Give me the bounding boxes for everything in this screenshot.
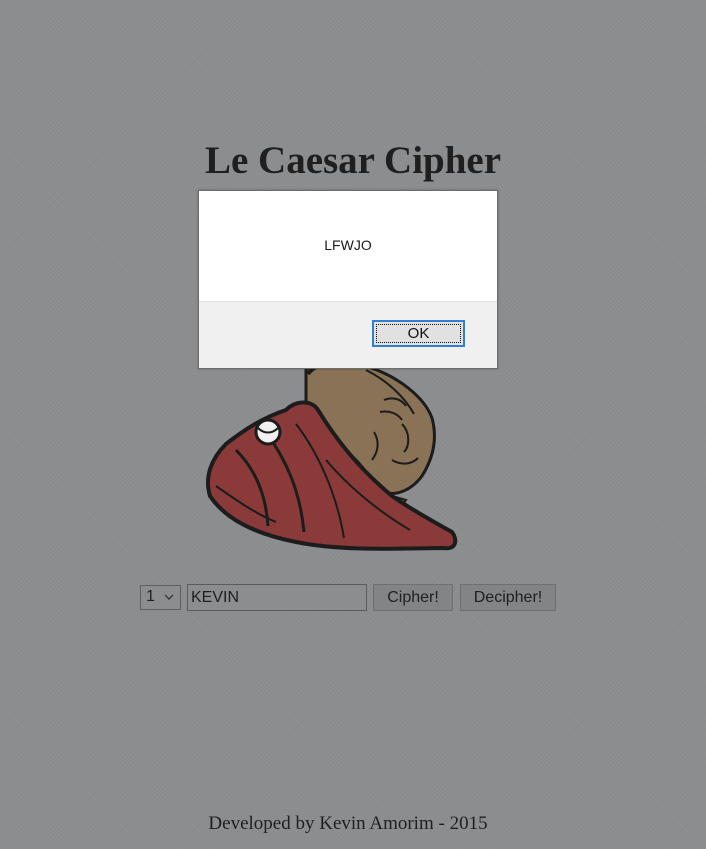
cipher-controls: 1 Cipher! Decipher! (140, 584, 563, 611)
shift-select[interactable]: 1 (140, 585, 181, 610)
decipher-button[interactable]: Decipher! (460, 584, 556, 611)
alert-footer: OK (199, 301, 497, 368)
shift-select-value: 1 (146, 588, 155, 605)
message-input[interactable] (187, 584, 367, 611)
page-title: Le Caesar Cipher (204, 139, 502, 182)
alert-message: LFWJO (324, 237, 372, 253)
ok-button[interactable]: OK (372, 320, 465, 347)
cipher-button[interactable]: Cipher! (373, 584, 453, 611)
chevron-down-icon (164, 594, 174, 600)
footer-credit: Developed by Kevin Amorim - 2015 (208, 813, 488, 834)
alert-dialog: LFWJO OK (198, 190, 498, 369)
alert-body: LFWJO (199, 191, 497, 301)
